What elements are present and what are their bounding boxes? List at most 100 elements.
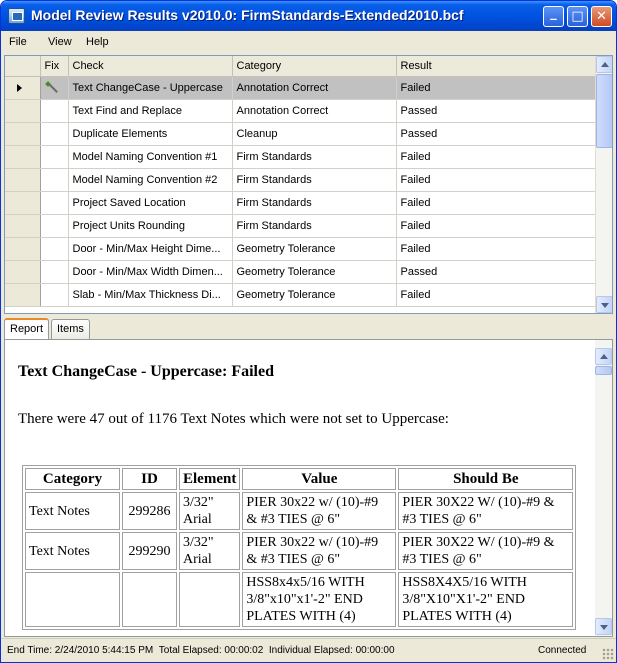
check-cell[interactable]: Text Find and Replace — [68, 99, 233, 123]
menu-view[interactable]: View — [48, 36, 72, 48]
tab-items[interactable]: Items — [51, 319, 90, 339]
status-end-time: End Time: 2/24/2010 5:44:15 PM — [7, 645, 154, 656]
category-cell[interactable]: Firm Standards — [232, 191, 397, 215]
row-header[interactable] — [5, 283, 41, 307]
table-row[interactable]: Model Naming Convention #1 Firm Standard… — [5, 145, 598, 169]
chevron-down-icon — [601, 303, 609, 308]
table-row[interactable]: Model Naming Convention #2 Firm Standard… — [5, 168, 598, 192]
result-cell[interactable]: Failed — [396, 237, 598, 261]
report-column-should-be: Should Be — [398, 468, 574, 490]
column-header-category[interactable]: Category — [232, 56, 397, 77]
column-header-result[interactable]: Result — [396, 56, 598, 77]
row-header[interactable] — [5, 145, 41, 169]
fix-cell[interactable] — [40, 237, 69, 261]
row-header[interactable] — [5, 122, 41, 146]
table-row[interactable]: Project Units Rounding Firm Standards Fa… — [5, 214, 598, 238]
row-header[interactable] — [5, 168, 41, 192]
category-cell[interactable]: Firm Standards — [232, 168, 397, 192]
check-cell[interactable]: Text ChangeCase - Uppercase — [68, 76, 233, 100]
check-cell[interactable]: Model Naming Convention #1 — [68, 145, 233, 169]
category-cell[interactable]: Firm Standards — [232, 214, 397, 238]
category-cell[interactable]: Cleanup — [232, 122, 397, 146]
resize-grip-icon[interactable] — [602, 648, 614, 660]
check-cell[interactable]: Project Units Rounding — [68, 214, 233, 238]
fix-cell[interactable] — [40, 260, 69, 284]
row-header[interactable] — [5, 237, 41, 261]
category-cell[interactable]: Geometry Tolerance — [232, 260, 397, 284]
report-scroll-down-button[interactable] — [595, 618, 612, 635]
table-row[interactable]: Project Saved Location Firm Standards Fa… — [5, 191, 598, 215]
row-header[interactable] — [5, 191, 41, 215]
category-cell[interactable]: Annotation Correct — [232, 99, 397, 123]
category-cell[interactable]: Geometry Tolerance — [232, 237, 397, 261]
result-cell[interactable]: Failed — [396, 214, 598, 238]
table-row[interactable]: Door - Min/Max Width Dimen... Geometry T… — [5, 260, 598, 284]
fix-cell[interactable] — [40, 283, 69, 307]
fix-cell[interactable] — [40, 191, 69, 215]
status-individual-elapsed: Individual Elapsed: 00:00:00 — [268, 645, 395, 656]
column-header-fix[interactable]: Fix — [40, 56, 69, 77]
row-header[interactable] — [5, 214, 41, 238]
result-cell[interactable]: Passed — [396, 122, 598, 146]
fix-cell[interactable] — [40, 145, 69, 169]
grid-scroll-up-button[interactable] — [596, 56, 612, 73]
result-cell[interactable]: Passed — [396, 260, 598, 284]
check-cell[interactable]: Door - Min/Max Width Dimen... — [68, 260, 233, 284]
status-bar: End Time: 2/24/2010 5:44:15 PM Total Ela… — [1, 638, 616, 662]
title-bar[interactable]: Model Review Results v2010.0: FirmStanda… — [1, 1, 616, 31]
fix-cell[interactable] — [40, 99, 69, 123]
grid-corner-header[interactable] — [5, 56, 41, 77]
result-cell[interactable]: Failed — [396, 76, 598, 100]
result-cell[interactable]: Failed — [396, 191, 598, 215]
row-header[interactable] — [5, 76, 41, 100]
tab-report[interactable]: Report — [4, 318, 50, 339]
check-cell[interactable]: Duplicate Elements — [68, 122, 233, 146]
menu-help[interactable]: Help — [86, 36, 109, 48]
wand-icon[interactable] — [45, 81, 59, 95]
row-header[interactable] — [5, 260, 41, 284]
check-cell[interactable]: Slab - Min/Max Thickness Di... — [68, 283, 233, 307]
grid-scroll-thumb[interactable] — [596, 74, 612, 148]
category-cell[interactable]: Firm Standards — [232, 145, 397, 169]
table-row[interactable]: Text ChangeCase - Uppercase Annotation C… — [5, 76, 598, 100]
table-row[interactable]: Slab - Min/Max Thickness Di... Geometry … — [5, 283, 598, 307]
grid-scroll-down-button[interactable] — [596, 296, 612, 313]
fix-cell[interactable] — [40, 122, 69, 146]
check-cell[interactable]: Door - Min/Max Height Dime... — [68, 237, 233, 261]
result-cell[interactable]: Passed — [396, 99, 598, 123]
status-total-elapsed: Total Elapsed: 00:00:02 — [158, 645, 264, 656]
category-cell[interactable]: Annotation Correct — [232, 76, 397, 100]
chevron-up-icon — [601, 62, 609, 67]
fix-cell[interactable] — [40, 214, 69, 238]
report-header-row: Category ID Element Value Should Be — [25, 468, 574, 490]
grid-vertical-scrollbar[interactable] — [595, 56, 612, 313]
main-window: Model Review Results v2010.0: FirmStanda… — [0, 0, 617, 663]
report-vertical-scrollbar[interactable] — [595, 340, 612, 636]
report-scroll-thumb[interactable] — [595, 366, 612, 375]
result-cell[interactable]: Failed — [396, 145, 598, 169]
check-cell[interactable]: Model Naming Convention #2 — [68, 168, 233, 192]
table-row[interactable]: Text Find and Replace Annotation Correct… — [5, 99, 598, 123]
category-cell[interactable]: Geometry Tolerance — [232, 283, 397, 307]
report-scroll-up-button[interactable] — [595, 348, 612, 365]
result-cell[interactable]: Failed — [396, 168, 598, 192]
report-title: Text ChangeCase - Uppercase: Failed — [18, 363, 274, 380]
menu-file[interactable]: File — [9, 36, 27, 48]
report-category-cell: Text Notes — [25, 532, 120, 570]
table-row[interactable]: Door - Min/Max Height Dime... Geometry T… — [5, 237, 598, 261]
close-button[interactable]: ✕ — [591, 6, 612, 27]
check-cell[interactable]: Project Saved Location — [68, 191, 233, 215]
column-header-check[interactable]: Check — [68, 56, 233, 77]
app-icon[interactable] — [8, 8, 25, 24]
fix-cell[interactable] — [40, 76, 69, 100]
result-cell[interactable]: Failed — [396, 283, 598, 307]
report-row: Text Notes 299290 3/32" Arial PIER 30x22… — [25, 532, 574, 570]
maximize-icon: □ — [571, 9, 584, 24]
minimize-button[interactable]: _ — [543, 6, 564, 27]
row-header[interactable] — [5, 99, 41, 123]
checks-grid: Fix Check Category Result Text ChangeCas… — [4, 55, 613, 314]
fix-cell[interactable] — [40, 168, 69, 192]
maximize-button[interactable]: □ — [567, 6, 588, 27]
table-row[interactable]: Duplicate Elements Cleanup Passed — [5, 122, 598, 146]
report-should-be-cell: HSS8X4X5/16 WITH 3/8"X10"X1'-2" END PLAT… — [398, 572, 574, 627]
